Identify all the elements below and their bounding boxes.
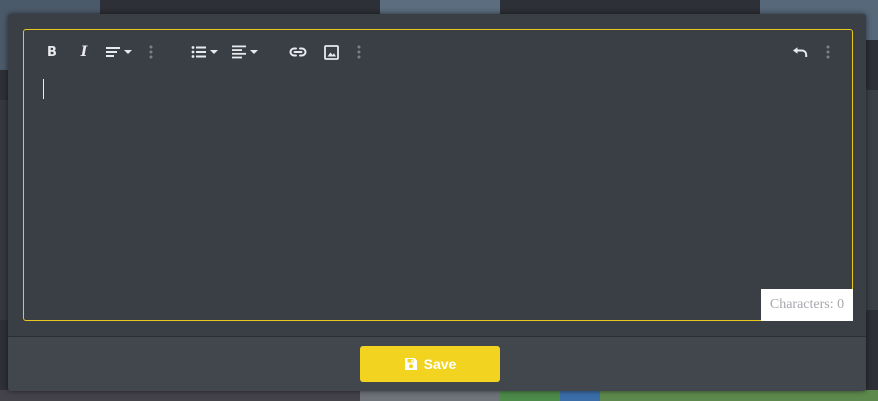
- text-cursor: [43, 79, 44, 99]
- more-options-button[interactable]: [146, 41, 156, 63]
- editor-toolbar: B I: [24, 30, 852, 72]
- more-vertical-icon: [826, 45, 830, 59]
- more-options-button[interactable]: [354, 41, 364, 63]
- character-counter: Characters: 0: [761, 289, 853, 321]
- insert-link-button[interactable]: [288, 41, 308, 63]
- text-format-icon: [105, 47, 120, 57]
- chevron-down-icon: [209, 50, 218, 54]
- character-counter-label: Characters:: [769, 297, 834, 312]
- undo-button[interactable]: [790, 41, 810, 63]
- more-vertical-icon: [149, 45, 153, 59]
- align-dropdown[interactable]: [230, 41, 258, 63]
- rich-text-editor: B I Characters: 0: [23, 29, 853, 321]
- editor-content-area[interactable]: [24, 72, 852, 320]
- align-left-icon: [231, 45, 246, 59]
- character-counter-value: 0: [837, 297, 845, 312]
- image-icon: [323, 44, 339, 60]
- more-vertical-icon: [357, 45, 361, 59]
- list-dropdown[interactable]: [190, 41, 218, 63]
- bold-button[interactable]: B: [44, 41, 60, 63]
- bulleted-list-icon: [191, 46, 206, 58]
- floppy-disk-icon: [404, 358, 417, 370]
- undo-icon: [793, 46, 808, 57]
- save-button[interactable]: Save: [360, 346, 500, 382]
- bold-icon: B: [47, 44, 57, 60]
- italic-button[interactable]: I: [76, 41, 92, 63]
- link-icon: [289, 47, 307, 57]
- save-button-label: Save: [423, 356, 457, 372]
- more-options-button[interactable]: [823, 41, 833, 63]
- italic-icon: I: [80, 44, 88, 60]
- chevron-down-icon: [249, 50, 258, 54]
- paragraph-format-dropdown[interactable]: [104, 41, 132, 63]
- modal-footer: Save: [8, 337, 866, 391]
- chevron-down-icon: [123, 50, 132, 54]
- editor-modal: B I Characters: 0 Save: [8, 14, 866, 391]
- insert-image-button[interactable]: [322, 41, 340, 63]
